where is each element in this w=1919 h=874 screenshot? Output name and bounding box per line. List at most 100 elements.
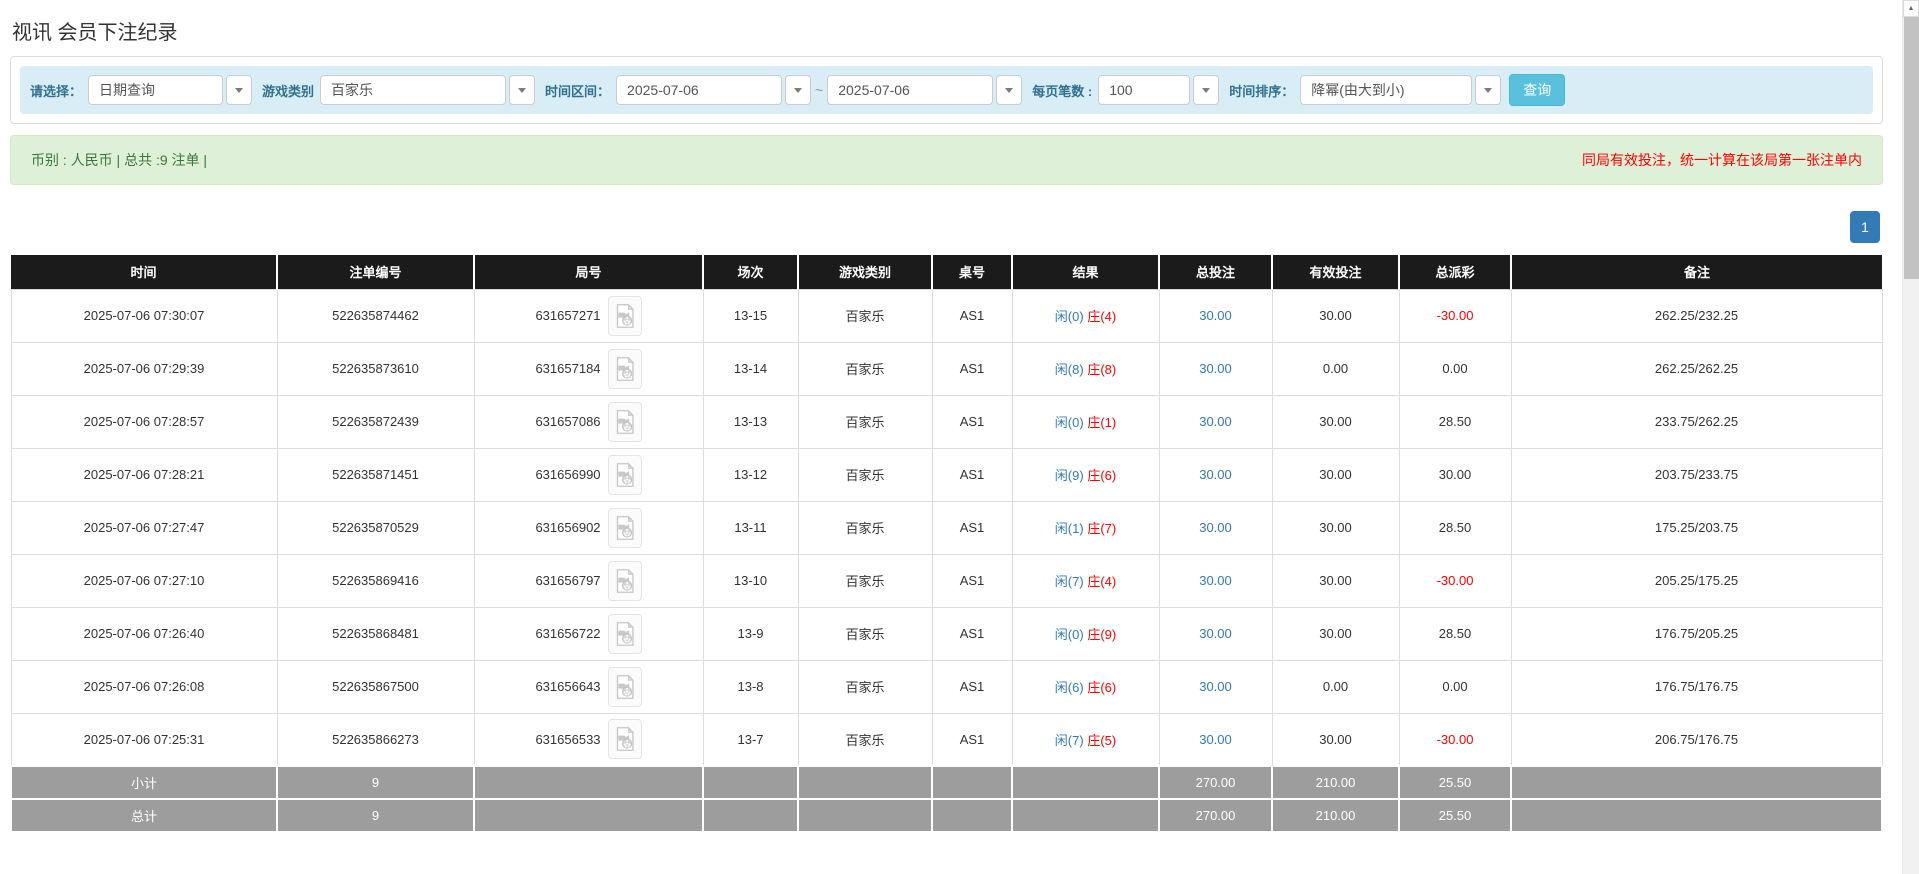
cell-valid-bet: 30.00 <box>1272 554 1399 607</box>
video-replay-button[interactable] <box>608 508 642 548</box>
column-header-7: 总投注 <box>1159 255 1272 289</box>
video-file-icon <box>615 568 635 594</box>
cell-valid-bet: 0.00 <box>1272 660 1399 713</box>
video-replay-button[interactable] <box>608 561 642 601</box>
game-type-dropdown-button[interactable] <box>509 75 535 105</box>
page-button-1[interactable]: 1 <box>1850 211 1880 243</box>
video-replay-button[interactable] <box>608 455 642 495</box>
round-number: 631656533 <box>535 732 600 747</box>
page-size-input[interactable] <box>1098 75 1190 105</box>
video-replay-button[interactable] <box>608 349 642 389</box>
total-bet-link[interactable]: 30.00 <box>1199 573 1232 588</box>
cell-total-bet: 30.00 <box>1159 395 1272 448</box>
page-size-label: 每页笔数 : <box>1032 81 1092 100</box>
page-size-combobox <box>1098 75 1219 105</box>
cell-result: 闲(8) 庄(8) <box>1012 342 1159 395</box>
cell-valid-bet: 30.00 <box>1272 395 1399 448</box>
time-sort-input[interactable] <box>1300 75 1472 105</box>
grandtotal-row: 总计9270.00210.0025.50 <box>11 799 1882 832</box>
video-replay-button[interactable] <box>608 667 642 707</box>
cell-round: 631656643 <box>474 660 703 713</box>
cell-game-type: 百家乐 <box>798 342 932 395</box>
column-header-8: 有效投注 <box>1272 255 1399 289</box>
cell-total-bet: 30.00 <box>1159 289 1272 342</box>
cell-remark: 176.75/205.25 <box>1511 607 1882 660</box>
scrollbar-thumb[interactable] <box>1904 17 1919 279</box>
select-type-input[interactable] <box>88 75 223 105</box>
table-row: 2025-07-06 07:30:07522635874462631657271… <box>11 289 1882 342</box>
date-to-input[interactable] <box>827 75 993 105</box>
footer-valid-bet: 210.00 <box>1272 766 1399 799</box>
cell-table-no: AS1 <box>932 342 1012 395</box>
total-bet-link[interactable]: 30.00 <box>1199 414 1232 429</box>
cell-session: 13-13 <box>703 395 798 448</box>
video-replay-button[interactable] <box>608 296 642 336</box>
video-replay-button[interactable] <box>608 402 642 442</box>
video-file-icon <box>615 303 635 329</box>
video-replay-button[interactable] <box>608 719 642 759</box>
total-bet-link[interactable]: 30.00 <box>1199 361 1232 376</box>
total-bet-link[interactable]: 30.00 <box>1199 626 1232 641</box>
footer-total-bet: 270.00 <box>1159 766 1272 799</box>
cell-total-bet: 30.00 <box>1159 554 1272 607</box>
cell-time: 2025-07-06 07:26:40 <box>11 607 277 660</box>
date-from-dropdown-button[interactable] <box>785 75 811 105</box>
footer-payout: 25.50 <box>1399 799 1511 832</box>
cell-result: 闲(0) 庄(9) <box>1012 607 1159 660</box>
scroll-up-arrow-icon[interactable]: ▲ <box>1903 0 1919 17</box>
date-to-dropdown-button[interactable] <box>996 75 1022 105</box>
round-wrap: 631656990 <box>535 455 641 495</box>
subtotal-row: 小计9270.00210.0025.50 <box>11 766 1882 799</box>
video-file-icon <box>615 515 635 541</box>
result-player: 闲(9) <box>1055 468 1084 483</box>
cell-remark: 262.25/262.25 <box>1511 342 1882 395</box>
vertical-scrollbar[interactable]: ▲ <box>1902 0 1919 874</box>
round-number: 631656902 <box>535 520 600 535</box>
video-replay-button[interactable] <box>608 614 642 654</box>
result-player: 闲(7) <box>1055 574 1084 589</box>
footer-empty-cell <box>932 766 1012 799</box>
cell-bet-id: 522635869416 <box>277 554 474 607</box>
result-player: 闲(6) <box>1055 680 1084 695</box>
cell-time: 2025-07-06 07:26:08 <box>11 660 277 713</box>
cell-bet-id: 522635868481 <box>277 607 474 660</box>
table-row: 2025-07-06 07:27:47522635870529631656902… <box>11 501 1882 554</box>
footer-label: 总计 <box>11 799 277 832</box>
table-row: 2025-07-06 07:26:40522635868481 631656722… <box>11 607 1882 660</box>
date-range-label: 时间区间： <box>545 81 610 100</box>
cell-round: 631656797 <box>474 554 703 607</box>
game-type-input[interactable] <box>320 75 506 105</box>
result-player: 闲(0) <box>1055 309 1084 324</box>
total-bet-link[interactable]: 30.00 <box>1199 520 1232 535</box>
table-row: 2025-07-06 07:29:39522635873610631657184… <box>11 342 1882 395</box>
select-type-dropdown-button[interactable] <box>226 75 252 105</box>
time-sort-dropdown-button[interactable] <box>1475 75 1501 105</box>
cell-session: 13-8 <box>703 660 798 713</box>
cell-game-type: 百家乐 <box>798 554 932 607</box>
date-from-input[interactable] <box>616 75 782 105</box>
cell-round: 631657086 <box>474 395 703 448</box>
total-bet-link[interactable]: 30.00 <box>1199 308 1232 323</box>
total-bet-link[interactable]: 30.00 <box>1199 467 1232 482</box>
cell-result: 闲(7) 庄(4) <box>1012 554 1159 607</box>
cell-table-no: AS1 <box>932 448 1012 501</box>
round-wrap: 631656722 <box>535 614 641 654</box>
currency-total-text: 币别 : 人民币 | 总共 :9 注单 | <box>31 150 207 170</box>
footer-empty-cell <box>703 799 798 832</box>
video-file-icon <box>615 674 635 700</box>
cell-game-type: 百家乐 <box>798 395 932 448</box>
cell-payout: 0.00 <box>1399 660 1511 713</box>
cell-remark: 203.75/233.75 <box>1511 448 1882 501</box>
cell-payout: 28.50 <box>1399 607 1511 660</box>
total-bet-link[interactable]: 30.00 <box>1199 732 1232 747</box>
cell-total-bet: 30.00 <box>1159 660 1272 713</box>
footer-empty-cell <box>798 799 932 832</box>
query-button[interactable]: 查询 <box>1509 74 1565 106</box>
column-header-0: 时间 <box>11 255 277 289</box>
page-size-dropdown-button[interactable] <box>1193 75 1219 105</box>
footer-label: 小计 <box>11 766 277 799</box>
cell-bet-id: 522635871451 <box>277 448 474 501</box>
cell-round: 631656533 <box>474 713 703 766</box>
cell-game-type: 百家乐 <box>798 660 932 713</box>
total-bet-link[interactable]: 30.00 <box>1199 679 1232 694</box>
